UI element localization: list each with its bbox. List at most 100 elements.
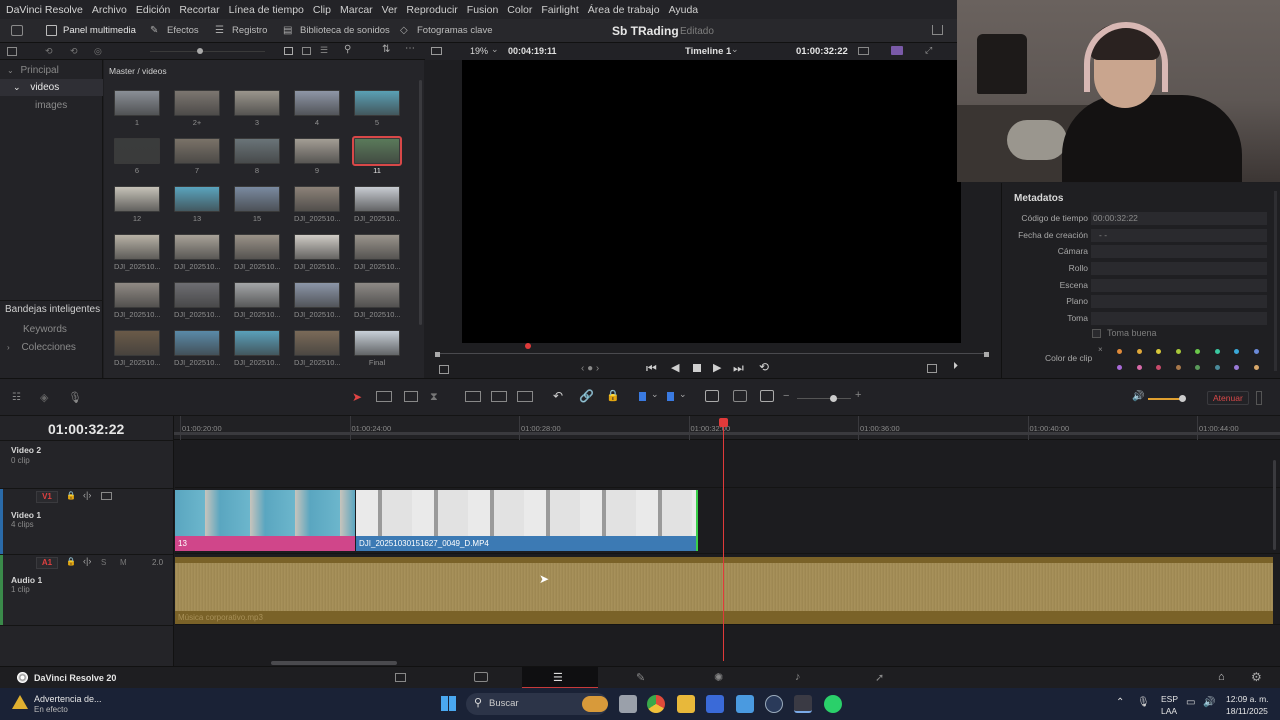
media-clip[interactable]: DJI_202510...	[114, 282, 162, 319]
volume-slider-knob[interactable]	[1179, 395, 1186, 402]
solo-button[interactable]: S	[101, 558, 106, 567]
media-clip[interactable]: DJI_202510...	[294, 282, 342, 319]
metadata-value[interactable]	[1091, 279, 1267, 292]
media-clip[interactable]: DJI_202510...	[354, 186, 402, 223]
steam-icon[interactable]	[765, 695, 783, 713]
speaker-icon[interactable]: 🔊	[1132, 391, 1144, 402]
menu-color[interactable]: Color	[507, 4, 532, 16]
overwrite-clip-icon[interactable]	[491, 391, 507, 402]
spotify-icon[interactable]	[824, 695, 842, 713]
store-icon[interactable]	[706, 695, 724, 713]
clip-color-swatch[interactable]	[1214, 349, 1220, 354]
export-icon[interactable]	[932, 25, 943, 35]
media-clip[interactable]: 15	[234, 186, 282, 223]
clip-color-swatch[interactable]	[1195, 365, 1200, 370]
snapping-icon[interactable]: ◈	[40, 391, 48, 404]
chevron-down-icon[interactable]: ⌄	[491, 44, 499, 55]
insert-clip-icon[interactable]	[465, 391, 481, 402]
viewer-layout-icon[interactable]	[431, 47, 442, 55]
sort-icon[interactable]: ⇅	[382, 44, 390, 55]
stop-button[interactable]	[693, 364, 701, 372]
viewer-screen[interactable]	[462, 60, 961, 343]
playhead-head[interactable]	[719, 418, 728, 427]
page-fusion-icon[interactable]: ✎	[636, 671, 645, 684]
zoom-slider-knob[interactable]	[830, 395, 837, 402]
media-clip[interactable]: DJI_202510...	[174, 330, 222, 367]
media-clip[interactable]: DJI_202510...	[234, 330, 282, 367]
lang-secondary[interactable]: LAA	[1161, 706, 1177, 716]
snap-toggle-icon[interactable]: ↶	[553, 389, 563, 403]
page-fairlight-icon[interactable]: ♪	[795, 671, 801, 683]
clock-time[interactable]: 12:09 a. m.	[1226, 694, 1269, 704]
mute-button[interactable]: M	[120, 558, 127, 567]
metadata-value[interactable]: - -	[1091, 229, 1267, 242]
thumbnail-size-slider[interactable]	[150, 51, 265, 52]
notification-title[interactable]: Advertencia de...	[34, 694, 102, 704]
chevron-down-icon[interactable]: ⌄	[679, 389, 687, 400]
media-clip[interactable]: 6	[114, 138, 162, 175]
sound-library-button[interactable]: ▤ Biblioteca de sonidos	[283, 25, 390, 36]
sidebar-item-collections[interactable]: › Colecciones	[7, 342, 76, 353]
media-clip[interactable]: 1	[114, 90, 162, 127]
next-edit-icon[interactable]: ⏵	[953, 361, 958, 372]
layout-icon[interactable]	[11, 25, 23, 36]
media-clip[interactable]: DJI_202510...	[294, 330, 342, 367]
menu-ayuda[interactable]: Ayuda	[669, 4, 699, 16]
timeline-view-options-icon[interactable]: ☷	[12, 392, 21, 403]
flag-icon[interactable]	[639, 392, 646, 401]
network-icon[interactable]: ▭	[1186, 697, 1195, 708]
timeline-clip[interactable]: 13	[175, 490, 355, 551]
link-clips-icon[interactable]: 🔗	[579, 389, 594, 403]
clip-color-swatch[interactable]	[1175, 349, 1181, 354]
menu-marcar[interactable]: Marcar	[340, 4, 373, 16]
scrub-bar[interactable]	[437, 353, 987, 354]
loop-button[interactable]: ⟲	[759, 360, 769, 374]
track-tag-v1[interactable]: V1	[36, 491, 58, 503]
media-clip[interactable]: 2+	[174, 90, 222, 127]
menu-archivo[interactable]: Archivo	[92, 4, 127, 16]
clip-color-swatch[interactable]	[1175, 365, 1181, 370]
clock-date[interactable]: 18/11/2025	[1226, 706, 1268, 716]
link-icon[interactable]: ⟲	[45, 46, 53, 57]
media-pool-scrollbar[interactable]	[419, 80, 422, 325]
play-reverse-button[interactable]: ◀	[671, 361, 679, 374]
metadata-value[interactable]	[1091, 295, 1267, 308]
grid-view-icon[interactable]	[284, 47, 293, 55]
voiceover-icon[interactable]: 🎙	[68, 391, 82, 404]
page-deliver-icon[interactable]: ➚	[875, 671, 884, 684]
media-clip[interactable]: DJI_202510...	[234, 282, 282, 319]
zoom-out-icon[interactable]: −	[783, 390, 789, 402]
good-take-checkbox[interactable]	[1092, 329, 1101, 338]
metadata-value[interactable]	[1091, 262, 1267, 275]
viewer-overlay-icon[interactable]	[858, 47, 869, 55]
media-clip[interactable]: 9	[294, 138, 342, 175]
clip-color-swatch[interactable]	[1253, 349, 1259, 354]
effects-button[interactable]: ✎ Efectos	[150, 25, 199, 36]
chevron-down-icon[interactable]: ⌄	[651, 389, 659, 400]
crop-tool-icon[interactable]	[439, 365, 449, 374]
timeline-name[interactable]: Timeline 1	[685, 46, 731, 57]
slider-knob[interactable]	[197, 48, 203, 54]
track-enable-icon[interactable]	[101, 492, 112, 500]
search-icon[interactable]: ⚲	[344, 44, 351, 55]
menu-fusion[interactable]: Fusion	[467, 4, 499, 16]
list-view-icon[interactable]: ☰	[320, 45, 328, 56]
auto-select-icon[interactable]: ‹|›	[83, 556, 91, 566]
playhead-marker[interactable]	[525, 343, 531, 349]
play-button[interactable]: ▶	[713, 361, 721, 374]
metadata-scrollbar[interactable]	[1274, 191, 1277, 371]
strip-view-icon[interactable]	[302, 47, 311, 55]
more-options-icon[interactable]: ⋯	[405, 43, 415, 54]
page-color-icon[interactable]: ✺	[714, 671, 723, 684]
full-extent-zoom-icon[interactable]	[705, 390, 719, 402]
selection-tool-icon[interactable]: ➤	[352, 390, 362, 404]
media-clip[interactable]: Final	[354, 330, 402, 367]
media-clip[interactable]: DJI_202510...	[354, 282, 402, 319]
media-clip[interactable]: 8	[234, 138, 282, 175]
marker-icon[interactable]	[667, 392, 674, 401]
viewer-fullscreen-icon[interactable]: ⤢	[925, 45, 932, 56]
taskbar-search[interactable]: ⚲ Buscar	[466, 693, 608, 715]
timeline-vscroll[interactable]	[1273, 460, 1276, 550]
file-explorer-icon[interactable]	[677, 695, 695, 713]
keyframes-button[interactable]: ◇ Fotogramas clave	[400, 25, 493, 36]
